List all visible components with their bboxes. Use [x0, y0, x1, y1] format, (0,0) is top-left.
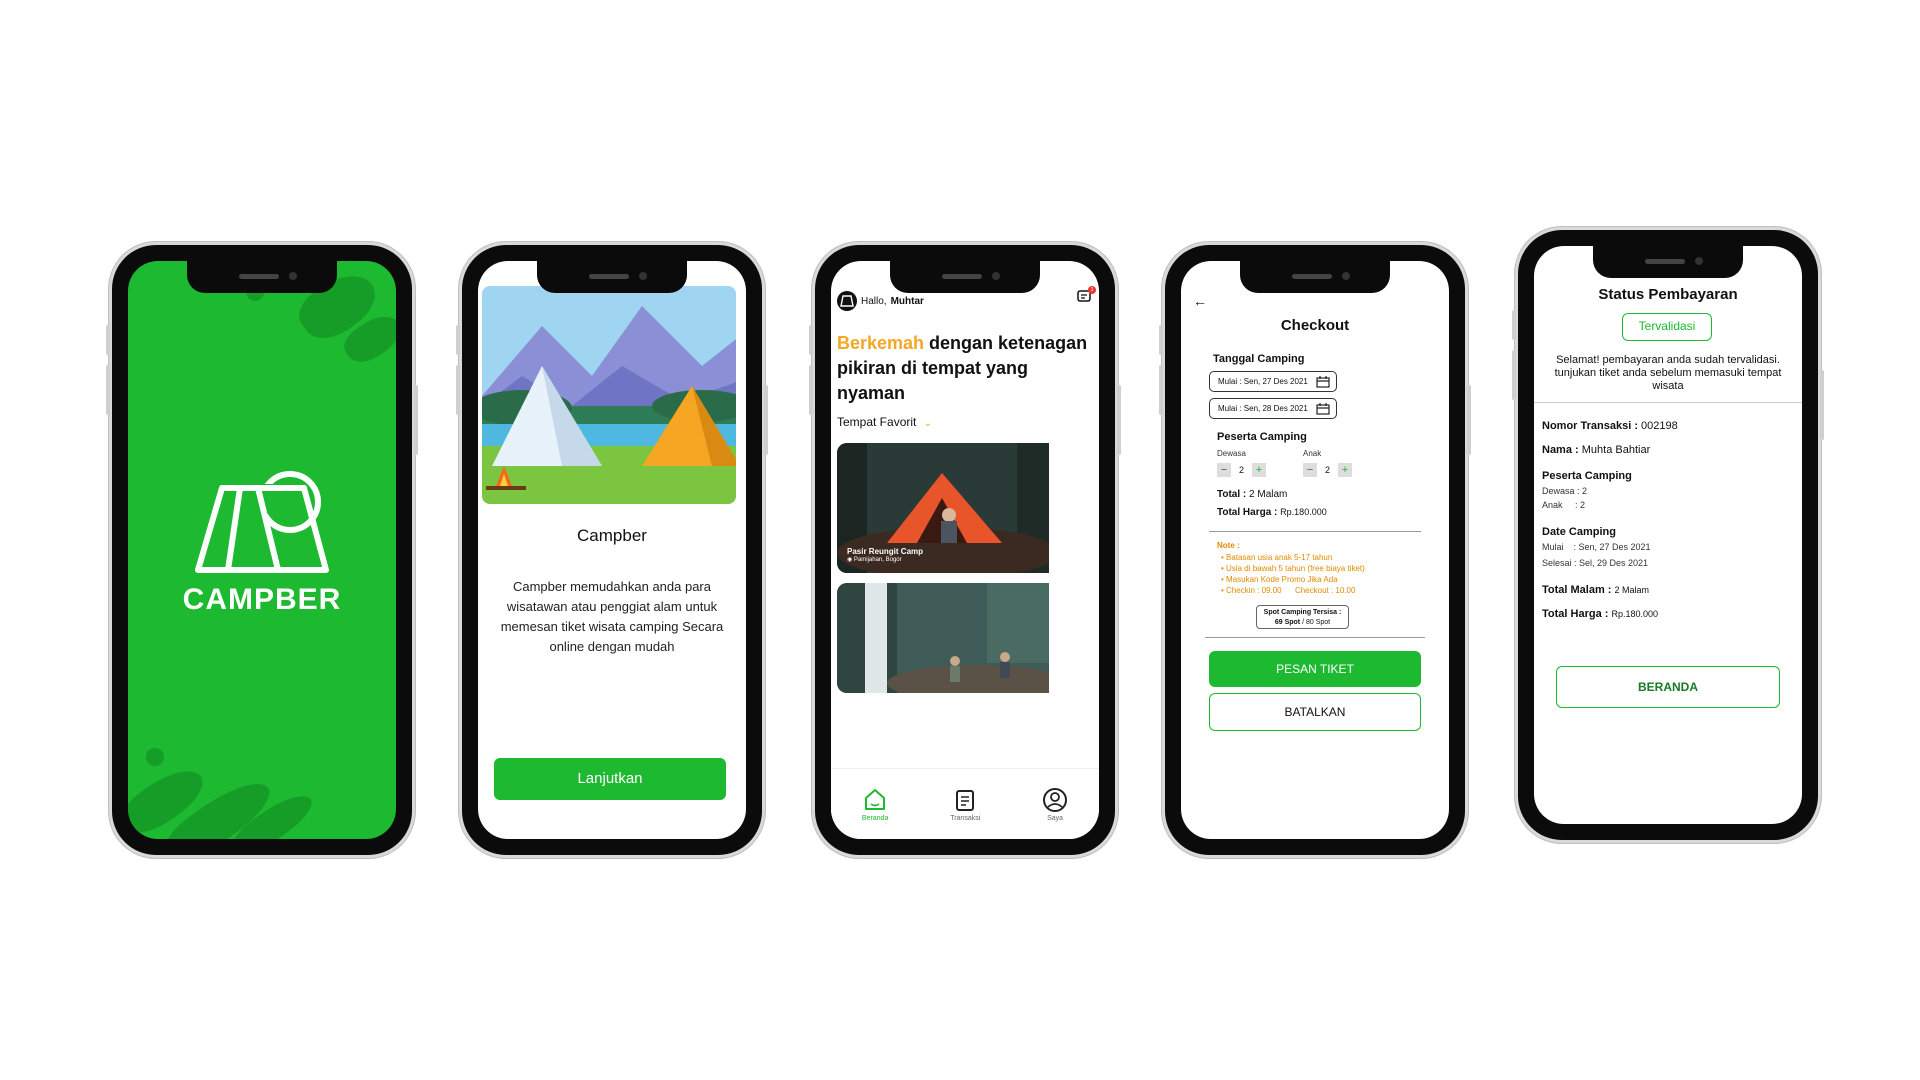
- decrease-button[interactable]: −: [1303, 463, 1317, 477]
- participants-label: Peserta Camping: [1217, 431, 1307, 443]
- campber-logo: CAMPBER: [172, 466, 352, 617]
- date-label: Date Camping: [1542, 526, 1616, 538]
- end-date: Selesai : Sel, 29 Des 2021: [1542, 558, 1649, 568]
- home-button[interactable]: BERANDA: [1556, 666, 1780, 708]
- checkout-screen: ← Checkout Tanggal Camping Mulai : Sen, …: [1181, 261, 1449, 839]
- onboarding-description: Campber memudahkan anda para wisatawan a…: [500, 579, 724, 654]
- page-title: Checkout: [1280, 317, 1350, 334]
- place-location: Pamijahan, Bogor: [853, 557, 902, 563]
- chevron-down-icon: ⌄: [923, 418, 933, 429]
- place-card[interactable]: Pasir Reungit Camp ◉ Pamijahan, Bogor: [837, 443, 1091, 573]
- customer-name: Nama : Muhta Bahtiar: [1542, 444, 1651, 456]
- adult-label: Dewasa: [1217, 449, 1246, 458]
- camping-illustration: [482, 286, 736, 504]
- bottom-tab-bar: Beranda Transaksi Saya: [831, 768, 1099, 839]
- favorites-dropdown[interactable]: Tempat Favorit ⌄: [837, 415, 932, 429]
- greeting-text: Hallo,: [861, 295, 887, 307]
- brand-name: CAMPBER: [182, 583, 342, 616]
- greeting: Hallo, Muhtar: [837, 291, 924, 311]
- date-label: Tanggal Camping: [1213, 353, 1305, 365]
- decrease-button[interactable]: −: [1217, 463, 1231, 477]
- continue-button[interactable]: Lanjutkan: [494, 758, 726, 800]
- order-ticket-button[interactable]: PESAN TIKET: [1209, 651, 1421, 687]
- profile-icon: [1043, 787, 1068, 812]
- phone-payment-status: Status Pembayaran Tervalidasi Selamat! p…: [1512, 230, 1824, 840]
- location-pin-icon: ◉: [847, 557, 853, 563]
- place-card[interactable]: [837, 583, 1091, 693]
- child-stepper[interactable]: − 2 +: [1303, 463, 1353, 477]
- calendar-icon: [1316, 402, 1330, 415]
- avatar[interactable]: [837, 291, 857, 311]
- phone-splash: CAMPBER: [106, 245, 418, 855]
- start-date: Mulai : Sen, 27 Des 2021: [1542, 542, 1651, 552]
- total-price: Total Harga : Rp.180.000: [1217, 507, 1327, 518]
- child-label: Anak: [1303, 449, 1322, 458]
- tab-transaksi[interactable]: Transaksi: [950, 787, 980, 822]
- status-message: Selamat! pembayaran anda sudah tervalida…: [1554, 354, 1782, 392]
- notes-list: • Batasan usia anak 5-17 tahun • Usia di…: [1221, 553, 1365, 595]
- onboarding-screen: Campber Campber memudahkan anda para wis…: [478, 261, 746, 839]
- phone-home: Hallo, Muhtar 1 Berkemah dengan ketenaga…: [809, 245, 1121, 855]
- phone-checkout: ← Checkout Tanggal Camping Mulai : Sen, …: [1159, 245, 1471, 855]
- child-count: Anak : 2: [1542, 500, 1586, 510]
- tent-logo-icon: [195, 471, 329, 573]
- page-title: Status Pembayaran: [1598, 286, 1738, 303]
- total-nights: Total : 2 Malam: [1217, 489, 1288, 500]
- clipboard-icon: [956, 789, 975, 811]
- status-badge: Tervalidasi: [1622, 313, 1712, 341]
- adult-stepper[interactable]: − 2 +: [1217, 463, 1267, 477]
- home-screen: Hallo, Muhtar 1 Berkemah dengan ketenaga…: [831, 261, 1099, 839]
- participants-label: Peserta Camping: [1542, 470, 1632, 482]
- phone-onboarding: Campber Campber memudahkan anda para wis…: [456, 245, 768, 855]
- home-icon: [865, 788, 886, 810]
- cancel-button[interactable]: BATALKAN: [1209, 693, 1421, 731]
- tent-logo-icon: [840, 295, 854, 307]
- user-name: Muhtar: [890, 295, 924, 307]
- adult-count: Dewasa : 2: [1542, 486, 1588, 496]
- tab-saya[interactable]: Saya: [1042, 787, 1068, 822]
- total-price: Total Harga : Rp.180.000: [1542, 608, 1659, 620]
- chat-icon[interactable]: 1: [1077, 286, 1096, 310]
- transaction-number: Nomor Transaksi : 002198: [1542, 420, 1678, 432]
- total-nights: Total Malam : 2 Malam: [1542, 584, 1650, 596]
- end-date-field[interactable]: Mulai : Sen, 28 Des 2021: [1209, 398, 1337, 419]
- splash-screen: CAMPBER: [128, 261, 396, 839]
- note-title: Note :: [1217, 541, 1240, 550]
- increase-button[interactable]: +: [1252, 463, 1267, 477]
- notification-badge: 1: [1088, 286, 1096, 294]
- increase-button[interactable]: +: [1338, 463, 1353, 477]
- payment-status-screen: Status Pembayaran Tervalidasi Selamat! p…: [1534, 246, 1802, 824]
- start-date-field[interactable]: Mulai : Sen, 27 Des 2021: [1209, 371, 1337, 392]
- calendar-icon: [1316, 375, 1330, 388]
- home-headline: Berkemah dengan ketenagan pikiran di tem…: [837, 333, 1088, 403]
- back-arrow-icon[interactable]: ←: [1193, 293, 1207, 309]
- place-name: Pasir Reungit Camp: [847, 547, 924, 556]
- tab-beranda[interactable]: Beranda: [862, 787, 888, 822]
- spot-remaining: Spot Camping Tersisa : 69 Spot / 80 Spot: [1256, 605, 1349, 629]
- onboarding-title: Campber: [577, 526, 647, 545]
